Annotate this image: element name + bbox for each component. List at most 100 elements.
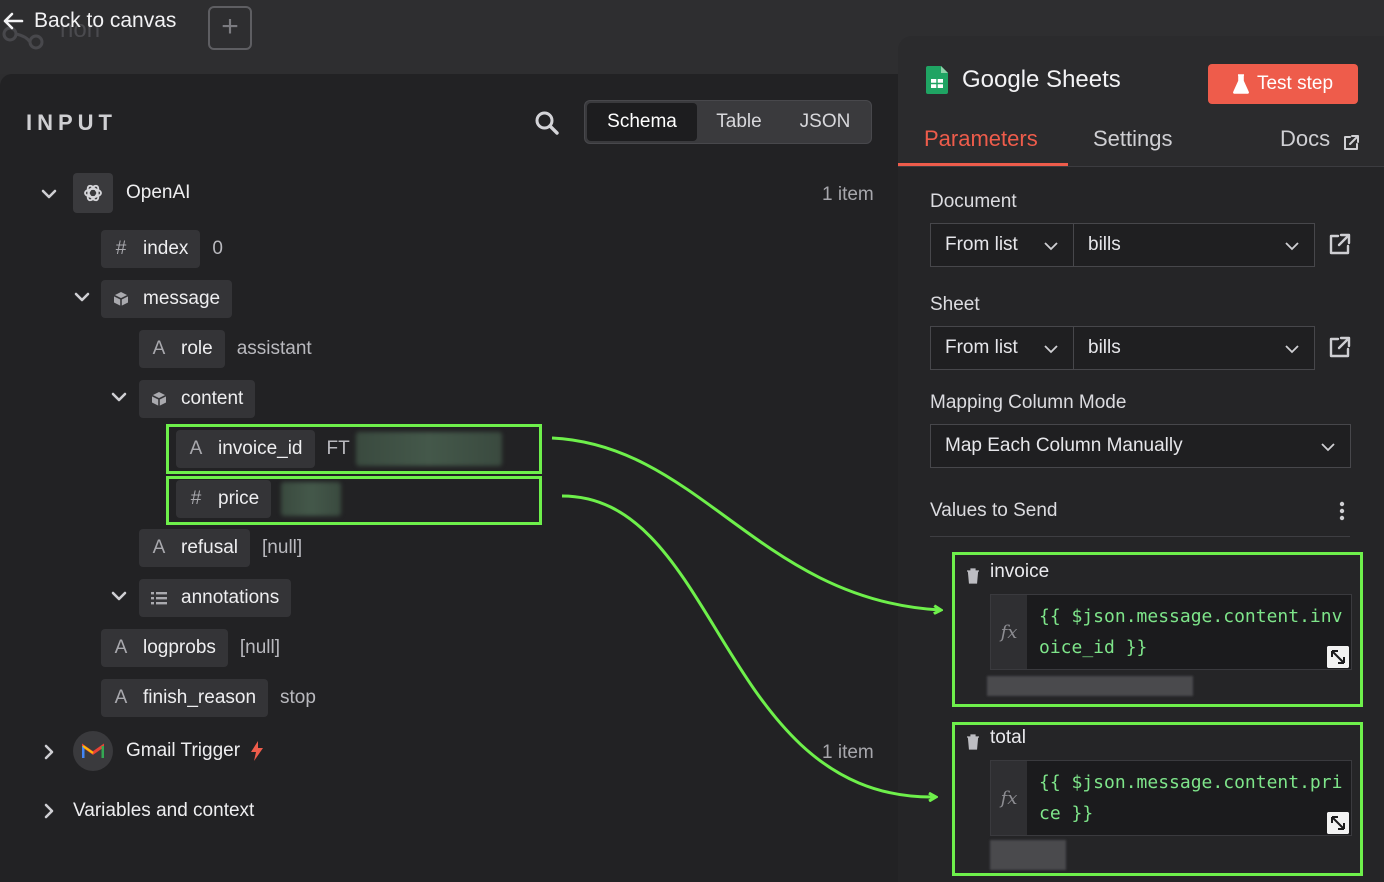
document-mode-value: From list	[945, 234, 1018, 255]
chevron-down-icon	[1044, 345, 1058, 354]
input-panel-title: INPUT	[26, 110, 117, 135]
document-mode-select[interactable]: From list	[930, 223, 1074, 267]
tree-row-invoice-id: A invoice_id FT	[176, 430, 502, 468]
add-node-button[interactable]: +	[208, 6, 252, 50]
openai-item-count: 1 item	[822, 184, 874, 205]
tab-table[interactable]: Table	[697, 103, 781, 141]
field-value-refusal: [null]	[262, 537, 303, 558]
chevron-down-icon[interactable]	[111, 389, 127, 405]
field-pill-refusal[interactable]: A refusal	[139, 529, 251, 567]
search-icon[interactable]	[534, 110, 560, 136]
chevron-right-icon[interactable]	[41, 803, 57, 819]
chevron-down-icon[interactable]	[111, 588, 127, 604]
redacted-hint	[990, 840, 1066, 870]
document-value: bills	[1088, 234, 1121, 255]
field-pill-message[interactable]: message	[101, 280, 233, 318]
back-to-canvas-button[interactable]: Back to canvas	[2, 6, 176, 36]
tab-schema[interactable]: Schema	[587, 103, 697, 141]
openai-node-name: OpenAI	[126, 182, 191, 203]
document-label: Document	[930, 191, 1017, 212]
tree-node-gmail-trigger[interactable]: Gmail Trigger	[73, 731, 264, 771]
tree-node-variables[interactable]: Variables and context	[73, 792, 254, 830]
expression-text-total: {{ $json.message.content.price }}	[1039, 772, 1343, 824]
gmail-item-count: 1 item	[822, 742, 874, 763]
chevron-down-icon	[1285, 345, 1299, 354]
active-tab-indicator	[898, 163, 1068, 166]
object-cube-icon	[151, 392, 167, 406]
field-name-finish-reason: finish_reason	[143, 687, 257, 708]
field-name-annotations: annotations	[181, 587, 280, 608]
parameters-panel: Google Sheets Test step Parameters Setti…	[898, 36, 1384, 882]
mapping-mode-select[interactable]: Map Each Column Manually	[930, 424, 1351, 468]
tree-row-annotations: annotations	[139, 579, 292, 617]
sheet-mode-select[interactable]: From list	[930, 326, 1074, 370]
mapping-mode-value: Map Each Column Manually	[945, 435, 1183, 456]
test-step-button[interactable]: Test step	[1208, 64, 1358, 104]
tab-settings[interactable]: Settings	[1093, 126, 1173, 152]
string-type-icon: A	[152, 338, 166, 359]
gmail-logo-icon	[73, 731, 113, 771]
values-to-send-label: Values to Send	[930, 500, 1058, 521]
expression-input-invoice[interactable]: fx {{ $json.message.content.invoice_id }…	[990, 594, 1352, 670]
list-icon	[151, 592, 167, 605]
field-name-role: role	[181, 338, 213, 359]
object-cube-icon	[113, 292, 129, 306]
sheet-select[interactable]: bills	[1073, 326, 1315, 370]
back-to-canvas-label: Back to canvas	[34, 9, 177, 32]
string-type-icon: A	[114, 637, 128, 658]
tree-row-index: # index 0	[101, 230, 223, 268]
expand-editor-icon[interactable]	[1327, 646, 1349, 668]
more-options-icon[interactable]	[1339, 501, 1345, 521]
field-name-price: price	[218, 488, 260, 509]
external-link-icon[interactable]	[1342, 134, 1360, 152]
chevron-right-icon[interactable]	[41, 744, 57, 760]
field-pill-finish-reason[interactable]: A finish_reason	[101, 679, 269, 717]
redacted-hint	[987, 676, 1193, 696]
trash-icon[interactable]	[966, 734, 980, 750]
field-value-role: assistant	[236, 338, 312, 359]
field-name-logprobs: logprobs	[143, 637, 216, 658]
field-pill-logprobs[interactable]: A logprobs	[101, 629, 228, 667]
redacted-value	[281, 482, 342, 516]
lightning-bolt-icon	[251, 741, 264, 761]
field-value-invoice-id: FT	[326, 438, 350, 459]
field-pill-price[interactable]: # price	[176, 480, 272, 518]
plus-icon: +	[221, 10, 239, 43]
expand-editor-icon[interactable]	[1327, 812, 1349, 834]
gmail-node-name: Gmail Trigger	[126, 740, 241, 761]
field-name-index: index	[143, 238, 189, 259]
sheet-value: bills	[1088, 337, 1121, 358]
tree-row-role: A role assistant	[139, 330, 312, 368]
number-type-icon: #	[115, 238, 127, 259]
tree-row-logprobs: A logprobs [null]	[101, 629, 280, 667]
tree-node-openai[interactable]: OpenAI	[73, 173, 191, 213]
tree-row-price: # price	[176, 480, 342, 518]
node-title: Google Sheets	[962, 66, 1121, 93]
chevron-down-icon[interactable]	[74, 289, 90, 305]
document-select[interactable]: bills	[1073, 223, 1315, 267]
tab-docs[interactable]: Docs	[1280, 126, 1330, 152]
field-pill-content[interactable]: content	[139, 380, 256, 418]
field-pill-invoice-id[interactable]: A invoice_id	[176, 430, 315, 468]
field-value-logprobs: [null]	[239, 637, 281, 658]
tree-row-finish-reason: A finish_reason stop	[101, 679, 316, 717]
field-value-index: 0	[212, 238, 223, 259]
field-pill-role[interactable]: A role	[139, 330, 225, 368]
sheet-label: Sheet	[930, 294, 980, 315]
field-pill-index[interactable]: # index	[101, 230, 201, 268]
open-sheet-external-icon[interactable]	[1328, 335, 1352, 359]
chevron-down-icon	[1285, 242, 1299, 251]
chevron-down-icon	[1321, 443, 1335, 452]
tab-parameters[interactable]: Parameters	[924, 126, 1038, 152]
open-document-external-icon[interactable]	[1328, 232, 1352, 256]
chevron-down-icon[interactable]	[41, 186, 57, 202]
value-field-name-invoice: invoice	[990, 561, 1050, 582]
redacted-value	[355, 432, 502, 466]
trash-icon[interactable]	[966, 568, 980, 584]
number-type-icon: #	[190, 488, 202, 509]
tab-json[interactable]: JSON	[781, 103, 869, 141]
tree-row-refusal: A refusal [null]	[139, 529, 302, 567]
expression-input-total[interactable]: fx {{ $json.message.content.price }}	[990, 760, 1352, 836]
field-pill-annotations[interactable]: annotations	[139, 579, 292, 617]
mapping-mode-label: Mapping Column Mode	[930, 392, 1127, 413]
